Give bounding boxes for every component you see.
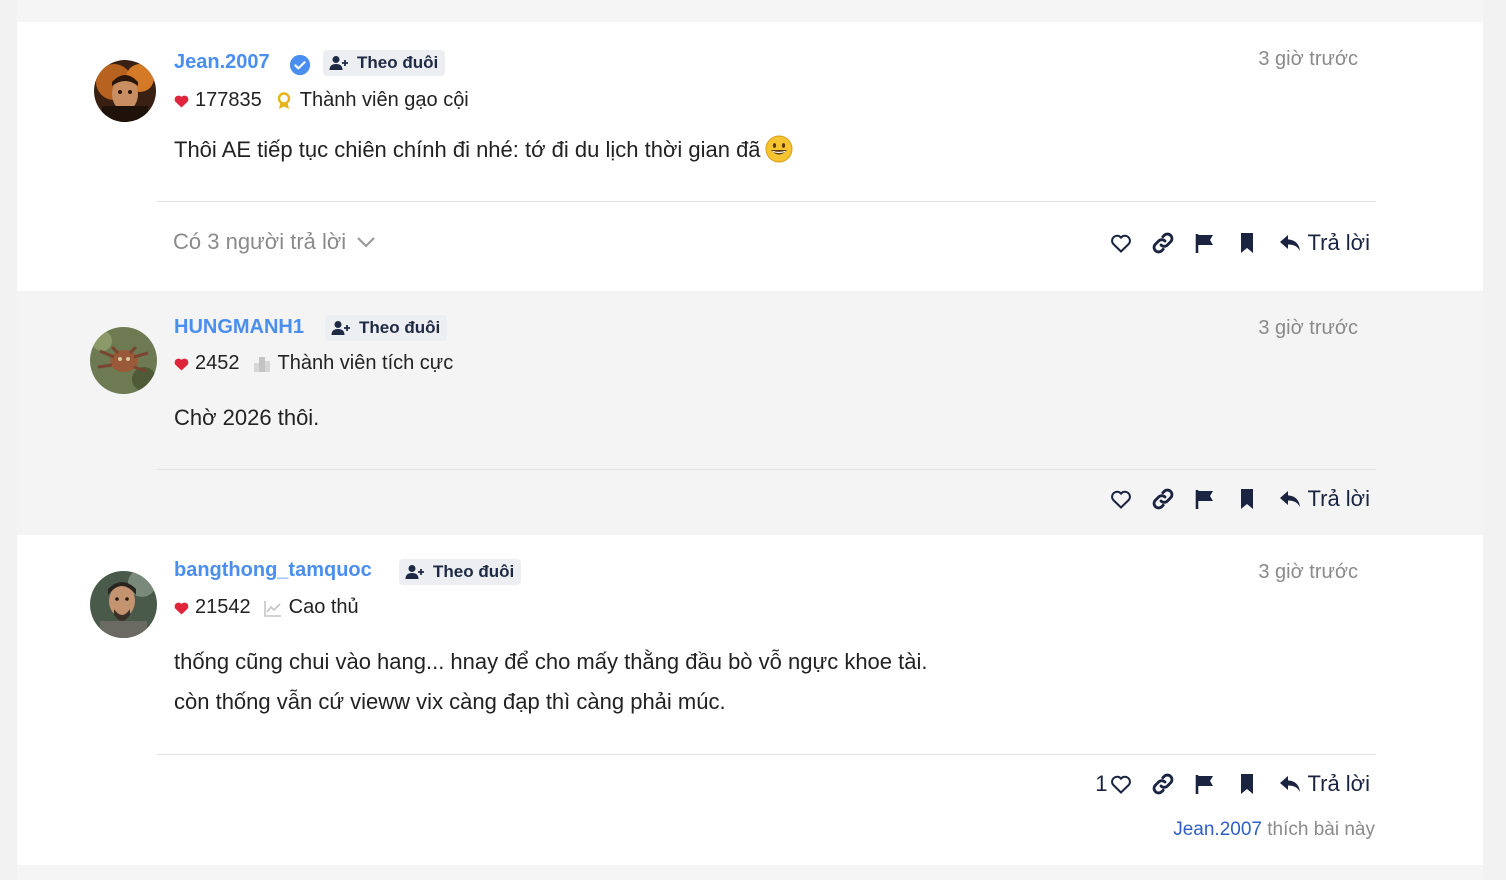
copy-link-button[interactable] (1150, 486, 1176, 512)
content-line: thống cũng chui vào hang... hnay để cho … (174, 649, 928, 674)
heart-outline-icon (1110, 490, 1131, 509)
post-divider (157, 201, 1376, 202)
bookmark-icon (1240, 489, 1253, 509)
post-content: Chờ 2026 thôi. (174, 398, 319, 438)
user-rank: Thành viên tích cực (277, 352, 454, 374)
replies-label: Có 3 người trả lời (173, 229, 347, 254)
grinning-face-emoji (765, 135, 793, 163)
report-button[interactable] (1192, 230, 1218, 256)
report-button[interactable] (1192, 486, 1218, 512)
thread-top-edge (17, 0, 1483, 22)
post-content: Thôi AE tiếp tục chiên chính đi nhé: tớ … (174, 130, 793, 170)
bookmark-button[interactable] (1234, 486, 1260, 512)
user-rank: Cao thủ (288, 596, 359, 618)
follow-button[interactable]: Theo đuôi (325, 315, 448, 341)
verified-badge-icon (289, 54, 311, 76)
post-actions: Trả lời (1108, 228, 1371, 258)
bookmark-button[interactable] (1234, 771, 1260, 797)
avatar[interactable] (90, 327, 157, 394)
reply-arrow-icon (1279, 776, 1300, 792)
follow-label: Theo đuôi (433, 562, 515, 581)
link-icon (1152, 232, 1173, 254)
username-link[interactable]: Jean.2007 (174, 51, 270, 74)
user-meta: 177835 Thành viên gạo cội (174, 89, 469, 112)
heart-outline-icon (1110, 775, 1131, 794)
post-actions: Trả lời (1108, 484, 1371, 514)
content-line: Chờ 2026 thôi. (174, 405, 320, 430)
copy-link-button[interactable] (1150, 771, 1176, 797)
heart-outline-icon (1110, 234, 1131, 253)
show-replies-toggle[interactable]: Có 3 người trả lời (173, 229, 376, 255)
avatar[interactable] (90, 571, 157, 638)
follow-button[interactable]: Theo đuôi (399, 559, 522, 585)
follow-label: Theo đuôi (359, 318, 441, 337)
post-time: 3 giờ trước (1258, 561, 1358, 583)
post-divider (157, 754, 1376, 755)
user-plus-icon (405, 565, 424, 579)
user-likes: 21542 (195, 596, 251, 618)
liker-name-link[interactable]: Jean.2007 (1173, 819, 1262, 840)
comment-post: HUNGMANH1 Theo đuôi 3 giờ trước 2452 Thà… (17, 291, 1483, 535)
copy-link-button[interactable] (1150, 230, 1176, 256)
flag-icon (1195, 234, 1213, 253)
reply-label: Trả lời (1307, 771, 1371, 796)
follow-label: Theo đuôi (357, 53, 439, 72)
user-plus-icon (331, 321, 350, 335)
heart-icon (174, 358, 189, 371)
chart-line-icon (263, 600, 281, 617)
post-divider (157, 469, 1376, 470)
thread-bottom-edge (17, 865, 1483, 880)
reply-arrow-icon (1279, 235, 1300, 251)
username-link[interactable]: HUNGMANH1 (174, 316, 304, 339)
likers-suffix: thích bài này (1261, 819, 1375, 840)
like-button[interactable] (1108, 486, 1134, 512)
like-button[interactable] (1108, 771, 1134, 797)
link-icon (1152, 773, 1173, 795)
content-line: còn thống vẫn cứ vieww vix càng đạp thì … (174, 689, 726, 714)
reply-label: Trả lời (1307, 230, 1371, 255)
post-time: 3 giờ trước (1258, 48, 1358, 70)
flag-icon (1195, 775, 1213, 794)
follow-button[interactable]: Theo đuôi (323, 50, 446, 76)
reply-button[interactable]: Trả lời (1278, 771, 1371, 797)
chevron-down-icon (357, 237, 375, 248)
flag-icon (1195, 490, 1213, 509)
building-icon (253, 356, 270, 372)
post-content: thống cũng chui vào hang... hnay để cho … (174, 642, 927, 722)
avatar[interactable] (94, 60, 156, 122)
report-button[interactable] (1192, 771, 1218, 797)
user-rank: Thành viên gạo cội (299, 89, 469, 111)
bookmark-icon (1240, 233, 1253, 253)
comment-post: bangthong_tamquoc Theo đuôi 3 giờ trước … (17, 535, 1483, 865)
user-plus-icon (329, 56, 348, 70)
heart-icon (174, 95, 189, 108)
like-count: 1 (1095, 771, 1108, 796)
link-icon (1152, 488, 1173, 510)
reply-arrow-icon (1279, 491, 1300, 507)
reply-button[interactable]: Trả lời (1278, 486, 1371, 512)
bookmark-button[interactable] (1234, 230, 1260, 256)
reply-label: Trả lời (1307, 486, 1371, 511)
user-likes: 2452 (195, 352, 240, 374)
like-button[interactable] (1108, 230, 1134, 256)
user-meta: 2452 Thành viên tích cực (174, 352, 453, 375)
comment-thread: Jean.2007 Theo đuôi 3 giờ trước 177835 T… (17, 0, 1483, 880)
post-time: 3 giờ trước (1258, 317, 1358, 339)
username-link[interactable]: bangthong_tamquoc (174, 559, 372, 582)
heart-icon (174, 602, 189, 615)
bookmark-icon (1240, 774, 1253, 794)
post-actions: 1 Trả lời (1095, 769, 1370, 799)
user-meta: 21542 Cao thủ (174, 596, 359, 619)
user-likes: 177835 (195, 89, 262, 111)
comment-post: Jean.2007 Theo đuôi 3 giờ trước 177835 T… (17, 22, 1483, 291)
content-line: Thôi AE tiếp tục chiên chính đi nhé: tớ … (174, 137, 761, 162)
likers-line: Jean.2007 thích bài này (1173, 819, 1375, 841)
award-ribbon-icon (277, 91, 290, 109)
reply-button[interactable]: Trả lời (1278, 230, 1371, 256)
